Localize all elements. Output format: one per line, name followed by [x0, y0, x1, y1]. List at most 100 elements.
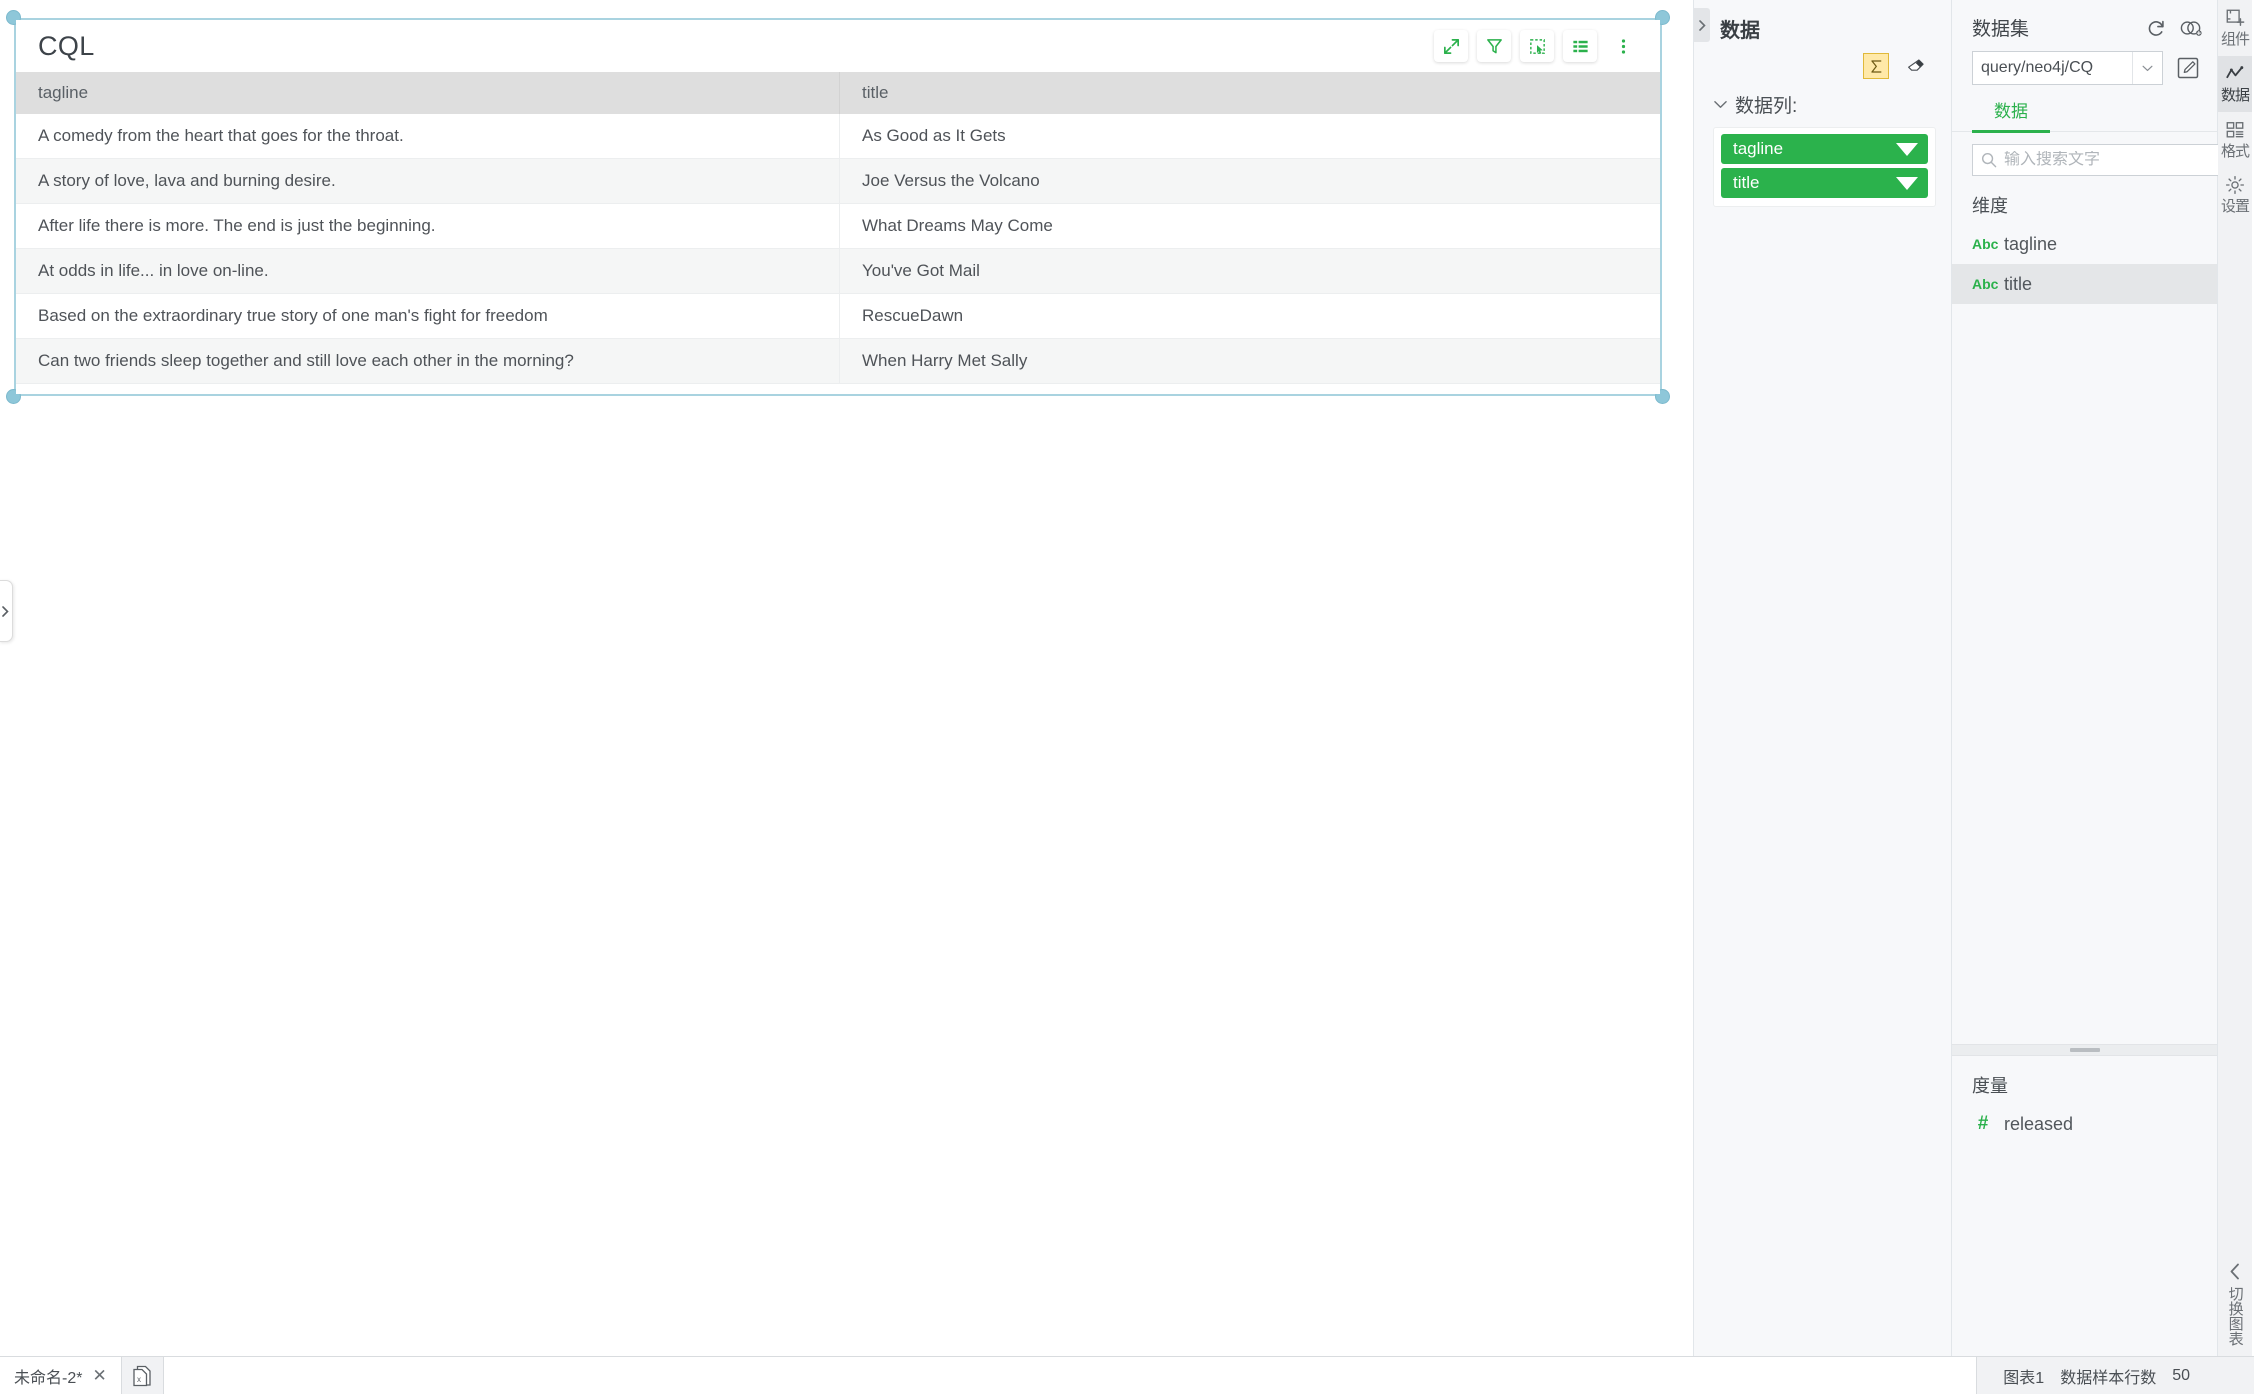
data-panel-actions [1694, 43, 1951, 79]
chevron-down-icon[interactable] [1896, 176, 1918, 190]
settings-gear-icon [2225, 176, 2245, 195]
selected-widget-wrapper[interactable]: CQL tagline title A comedy from the hear… [6, 10, 1670, 404]
cell-title: You've Got Mail [862, 261, 980, 280]
rail-switch-chart-label: 切换图表 [2226, 1286, 2244, 1346]
new-sheet-button[interactable]: x [122, 1357, 164, 1394]
search-input[interactable] [2004, 151, 2211, 169]
chevron-down-icon[interactable] [1896, 142, 1918, 156]
measure-item-released[interactable]: # released [1952, 1104, 2217, 1144]
table-row[interactable]: At odds in life... in love on-line. You'… [16, 249, 1660, 294]
table-row[interactable]: After life there is more. The end is jus… [16, 204, 1660, 249]
cell-tagline: Can two friends sleep together and still… [16, 339, 840, 383]
clear-eraser-button[interactable] [1903, 53, 1929, 79]
status-bar-info: 图表1 数据样本行数 50 [1976, 1357, 2220, 1394]
cell-tagline: After life there is more. The end is jus… [16, 204, 840, 248]
table-widget[interactable]: CQL tagline title A comedy from the hear… [16, 20, 1660, 394]
status-bar: 未命名-2* ✕ x 图表1 数据样本行数 50 [0, 1356, 2254, 1394]
cell-tagline: At odds in life... in love on-line. [16, 249, 840, 293]
rail-item-components[interactable]: 组件 [2218, 0, 2252, 56]
search-icon [1981, 152, 1997, 168]
dataset-select[interactable]: query/neo4j/CQ [1972, 51, 2163, 85]
report-canvas[interactable]: CQL tagline title A comedy from the hear… [0, 0, 1694, 1356]
status-bar-rail-pad [2220, 1357, 2254, 1394]
column-header-title[interactable]: title [840, 72, 1660, 114]
dimension-item-label: tagline [2004, 233, 2058, 254]
dimension-list: Abc tagline Abc title [1952, 224, 2217, 304]
table-row[interactable]: Can two friends sleep together and still… [16, 339, 1660, 384]
list-view-button[interactable] [1563, 30, 1597, 62]
expand-button[interactable] [1434, 30, 1468, 62]
data-columns-panel: 数据 数据列: tagline title [1694, 0, 1952, 1356]
dimension-item-tagline[interactable]: Abc tagline [1952, 224, 2217, 264]
svg-text:x: x [137, 1375, 141, 1384]
list-view-icon [1572, 40, 1588, 52]
join-datasets-button[interactable] [2179, 18, 2203, 38]
rail-item-label: 格式 [2220, 142, 2250, 160]
field-pill-tagline[interactable]: tagline [1721, 134, 1928, 164]
tab-data[interactable]: 数据 [1972, 97, 2050, 133]
table-header-row: tagline title [16, 72, 1660, 114]
filter-button[interactable] [1477, 30, 1511, 62]
left-panel-expand-handle[interactable] [0, 580, 13, 642]
search-box[interactable] [1972, 144, 2220, 176]
data-panel-collapse-button[interactable] [1694, 8, 1710, 42]
rail-item-data[interactable]: 数据 [2218, 55, 2252, 112]
chart-name-label: 图表1 [2003, 1369, 2045, 1387]
rail-switch-chart-button[interactable]: 切换图表 [2218, 1263, 2252, 1346]
dimension-item-label: title [2004, 273, 2033, 294]
aggregate-sigma-button[interactable] [1863, 53, 1889, 79]
dimension-label: 维度 [1972, 196, 2008, 216]
sample-rows-count: 50 [2172, 1366, 2190, 1384]
table-row[interactable]: Based on the extraordinary true story of… [16, 294, 1660, 339]
field-pill-title[interactable]: title [1721, 168, 1928, 198]
table-row[interactable]: A comedy from the heart that goes for th… [16, 114, 1660, 159]
new-sheet-icon: x [133, 1365, 151, 1386]
main-body: CQL tagline title A comedy from the hear… [0, 0, 2254, 1356]
chevron-down-icon [1714, 101, 1727, 108]
field-search-row [1952, 132, 2231, 176]
chevron-right-icon [1698, 19, 1706, 31]
cell-title: RescueDawn [862, 306, 964, 325]
dimension-item-title[interactable]: Abc title [1952, 264, 2217, 304]
cell-title: What Dreams May Come [862, 216, 1053, 235]
chevron-left-icon [2230, 1263, 2239, 1280]
rail-item-settings[interactable]: 设置 [2218, 167, 2252, 223]
cell-title: When Harry Met Sally [862, 351, 1028, 370]
widget-title: CQL [38, 30, 95, 61]
dataset-panel: 数据集 query/neo4j/CQ 数据 输入搜索文字 维度 Abc tagl… [1952, 0, 2231, 1356]
measure-item-label: released [2004, 1113, 2074, 1134]
select-icon [1529, 38, 1545, 54]
expand-icon [1443, 38, 1459, 54]
table-row[interactable]: A story of love, lava and burning desire… [16, 159, 1660, 204]
dataset-panel-header: 数据集 [1952, 0, 2217, 41]
field-type-text-icon: Abc [1972, 276, 1999, 292]
data-columns-dropzone[interactable]: tagline title [1714, 128, 1935, 206]
dataset-select-arrow[interactable] [2132, 52, 2162, 84]
format-icon [2226, 121, 2244, 137]
field-pill-label: title [1733, 173, 1760, 192]
sheet-tab[interactable]: 未命名-2* ✕ [0, 1357, 122, 1394]
field-list-splitter[interactable] [1952, 1044, 2217, 1056]
more-icon [1621, 38, 1625, 54]
venn-join-icon [2180, 20, 2202, 36]
measure-label: 度量 [1972, 1076, 2008, 1096]
chevron-right-icon [2, 605, 9, 617]
rail-item-format[interactable]: 格式 [2218, 112, 2252, 168]
data-columns-section-header[interactable]: 数据列: [1694, 79, 1951, 118]
refresh-button[interactable] [2145, 17, 2167, 39]
edit-dataset-button[interactable] [2173, 53, 2203, 83]
close-icon[interactable]: ✕ [92, 1366, 106, 1386]
widget-header: CQL [16, 20, 1660, 72]
components-icon [2226, 9, 2245, 26]
data-panel-title: 数据 [1720, 20, 1760, 42]
sheet-tab-label: 未命名-2* [14, 1369, 83, 1387]
splitter-grip [2069, 1048, 2100, 1052]
column-header-tagline[interactable]: tagline [16, 72, 840, 114]
data-table[interactable]: tagline title A comedy from the heart th… [16, 72, 1660, 394]
field-type-text-icon: Abc [1972, 236, 1999, 252]
select-mode-button[interactable] [1520, 30, 1554, 62]
more-options-button[interactable] [1606, 30, 1640, 62]
dataset-select-value: query/neo4j/CQ [1981, 59, 2094, 76]
cell-tagline: A story of love, lava and burning desire… [16, 159, 840, 203]
filter-icon [1486, 38, 1502, 53]
